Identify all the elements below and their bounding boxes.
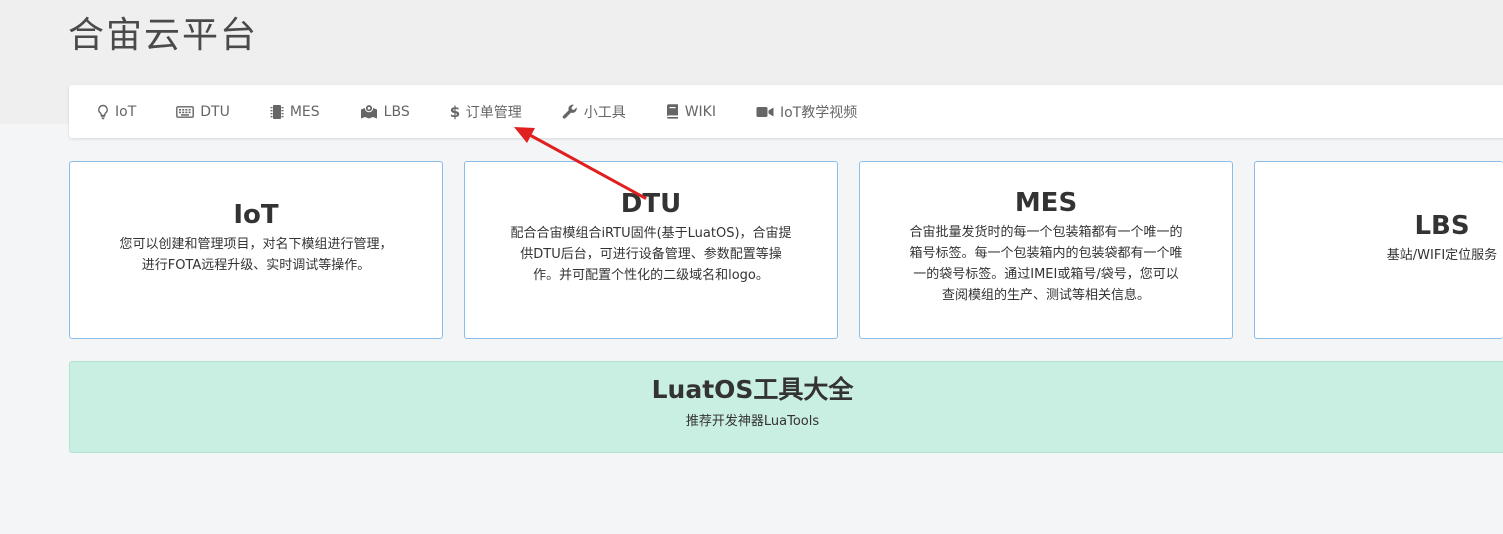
banner-title: LuatOS工具大全 [651, 375, 854, 404]
nav-label: 小工具 [583, 104, 626, 121]
card-desc-line: 一的袋号标签。通过IMEI或箱号/袋号，您可以 [913, 267, 1179, 282]
card-description: 基站/WIFI定位服务 [1255, 245, 1503, 266]
card-iot[interactable]: IoT 您可以创建和管理项目，对名下模组进行管理， 进行FOTA远程升级、实时调… [69, 161, 443, 339]
nav-item-dtu[interactable]: DTU [176, 104, 230, 120]
nav-item-wiki[interactable]: WIKI [666, 104, 716, 120]
nav-label: MES [289, 103, 320, 120]
card-title: DTU [620, 189, 682, 219]
nav-label: DTU [200, 103, 230, 120]
nav-item-videos[interactable]: IoT教学视频 [756, 102, 857, 122]
svg-text:$: $ [450, 104, 460, 120]
card-desc-line: 作。并可配置个性化的二级域名和logo。 [533, 268, 769, 283]
nav-label: LBS [383, 103, 410, 120]
nav-item-iot[interactable]: IoT [97, 104, 136, 120]
wrench-icon [562, 104, 577, 119]
nav-item-mes[interactable]: MES [270, 104, 320, 120]
nav-item-lbs[interactable]: LBS [360, 104, 410, 120]
banner-subtitle: 推荐开发神器LuaTools [685, 414, 820, 429]
card-desc-line: 合宙批量发货时的每一个包装箱都有一个唯一的 [909, 225, 1183, 240]
card-title: MES [1014, 188, 1078, 218]
card-description: 合宙批量发货时的每一个包装箱都有一个唯一的 箱号标签。每一个包装箱内的包装袋都有… [860, 222, 1232, 306]
nav-label: IoT [115, 103, 137, 120]
card-desc-line: 进行FOTA远程升级、实时调试等操作。 [141, 258, 371, 273]
lightbulb-icon [98, 104, 108, 119]
chip-icon [270, 104, 284, 119]
nav-item-tools[interactable]: 小工具 [562, 102, 626, 122]
map-icon [360, 104, 377, 119]
card-description: 您可以创建和管理项目，对名下模组进行管理， 进行FOTA远程升级、实时调试等操作… [70, 234, 442, 276]
card-title: IoT [233, 200, 279, 230]
keyboard-icon [176, 105, 195, 118]
card-desc-line: 基站/WIFI定位服务 [1386, 248, 1498, 263]
luatos-tools-banner[interactable]: LuatOS工具大全 推荐开发神器LuaTools [69, 361, 1503, 453]
card-desc-line: 供DTU后台，可进行设备管理、参数配置等操 [520, 247, 782, 262]
card-desc-line: 箱号标签。每一个包装箱内的包装袋都有一个唯 [909, 246, 1183, 261]
card-dtu[interactable]: DTU 配合合宙模组合iRTU固件(基于LuatOS)，合宙提 供DTU后台，可… [464, 161, 838, 339]
main-nav: IoT DTU MES LBS $ 订单管理 小工具 WIKI IoT教学视频 [69, 85, 1503, 138]
nav-label: 订单管理 [465, 104, 522, 121]
card-lbs[interactable]: LBS 基站/WIFI定位服务 [1254, 161, 1503, 339]
card-description: 配合合宙模组合iRTU固件(基于LuatOS)，合宙提 供DTU后台，可进行设备… [465, 223, 837, 286]
nav-label: IoT教学视频 [779, 104, 858, 121]
card-desc-line: 配合合宙模组合iRTU固件(基于LuatOS)，合宙提 [510, 226, 792, 241]
nav-item-orders[interactable]: $ 订单管理 [450, 102, 522, 122]
card-desc-line: 查阅模组的生产、测试等相关信息。 [941, 288, 1150, 303]
book-icon [666, 104, 678, 119]
card-mes[interactable]: MES 合宙批量发货时的每一个包装箱都有一个唯一的 箱号标签。每一个包装箱内的包… [859, 161, 1233, 339]
video-camera-icon [756, 106, 774, 117]
card-desc-line: 您可以创建和管理项目，对名下模组进行管理， [119, 237, 393, 252]
dollar-icon: $ [450, 104, 460, 120]
nav-label: WIKI [684, 103, 716, 120]
page-title: 合宙云平台 [68, 15, 259, 56]
card-title: LBS [1414, 211, 1470, 241]
